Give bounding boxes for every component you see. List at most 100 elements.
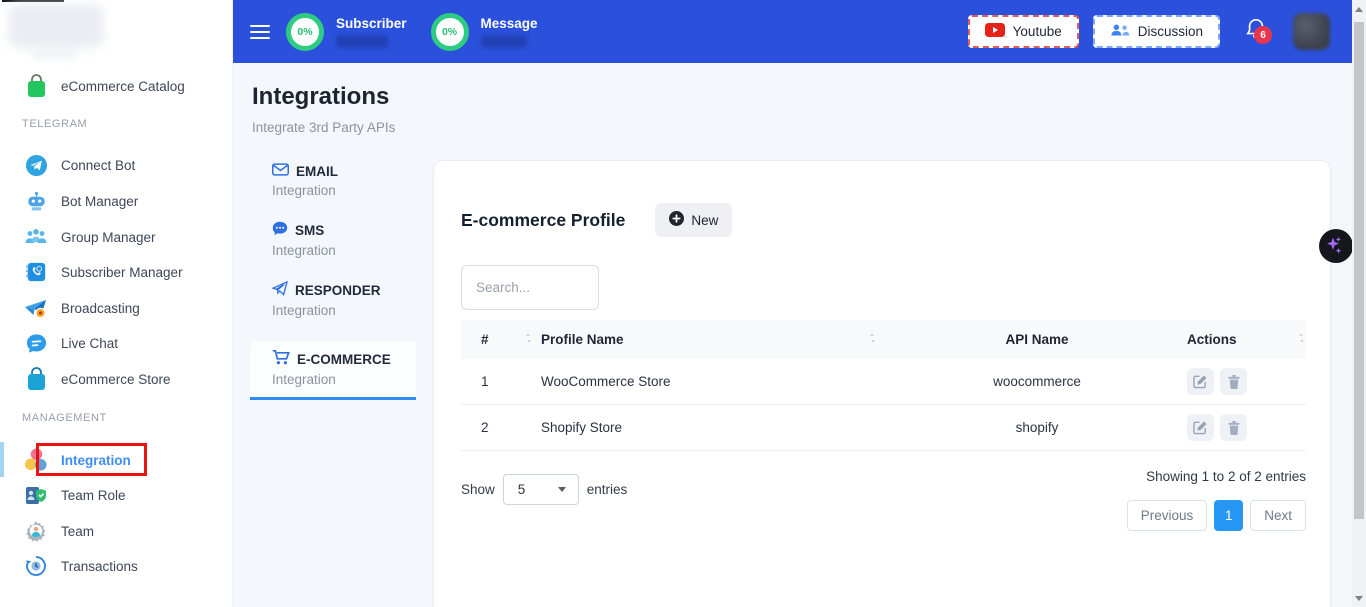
tab-title: E-COMMERCE [297, 352, 391, 367]
telegram-plane-icon [24, 152, 48, 178]
table-row: 2 Shopify Store shopify [461, 405, 1306, 451]
sidebar: eCommerce Catalog TELEGRAM Connect Bot B… [0, 0, 233, 607]
trash-icon [1227, 374, 1241, 389]
sidebar-section-management: MANAGEMENT [22, 412, 107, 424]
sparkles-icon [1325, 235, 1347, 257]
trash-icon [1227, 420, 1241, 435]
sort-icon[interactable] [1297, 332, 1306, 347]
table-row: 1 WooCommerce Store woocommerce [461, 359, 1306, 405]
menu-toggle-icon[interactable] [250, 25, 270, 39]
sidebar-item-ecommerce-catalog[interactable]: eCommerce Catalog [0, 68, 233, 104]
broadcast-plane-icon [24, 295, 48, 321]
search-input[interactable] [461, 265, 599, 310]
previous-page-button[interactable]: Previous [1127, 500, 1208, 531]
youtube-button[interactable]: Youtube [968, 15, 1079, 48]
column-header-profile-name[interactable]: Profile Name [541, 332, 624, 347]
sidebar-item-team-role[interactable]: Team Role [0, 477, 233, 513]
tab-subtitle: Integration [272, 372, 416, 387]
message-stat-value-blurred [481, 35, 527, 48]
logo-top-line [2, 0, 64, 2]
send-plane-icon [272, 281, 288, 299]
scroll-up-arrow[interactable] [1352, 2, 1366, 16]
notification-count-badge: 6 [1254, 26, 1272, 44]
show-label: Show [461, 482, 495, 497]
tab-subtitle: Integration [272, 183, 416, 198]
chat-bubble-icon [24, 330, 48, 356]
id-badge-shield-icon [24, 482, 48, 508]
tab-title: RESPONDER [295, 283, 381, 298]
edit-pencil-icon [1193, 374, 1208, 389]
entries-per-page-value: 5 [518, 482, 526, 497]
delete-button[interactable] [1220, 368, 1247, 395]
main-content: Integrations Integrate 3rd Party APIs EM… [233, 63, 1352, 607]
sidebar-item-ecommerce-store[interactable]: eCommerce Store [0, 361, 233, 397]
plus-circle-icon [669, 211, 684, 229]
message-progress-ring: 0% [431, 13, 469, 51]
users-icon [1110, 23, 1130, 40]
showing-entries-text: Showing 1 to 2 of 2 entries [1146, 469, 1306, 484]
sidebar-item-team[interactable]: Team [0, 513, 233, 549]
page-subtitle: Integrate 3rd Party APIs [252, 120, 395, 135]
app-logo-blurred [8, 4, 104, 48]
subscriber-stat-label: Subscriber [336, 16, 407, 31]
column-header-api-name[interactable]: API Name [1005, 332, 1068, 347]
topbar: 0% Subscriber 0% Message Youtube Discuss… [233, 0, 1352, 63]
scroll-down-arrow[interactable] [1352, 591, 1366, 605]
entries-per-page-select[interactable]: 5 [503, 474, 579, 505]
tab-title: SMS [295, 223, 324, 238]
api-name: shopify [1016, 420, 1059, 435]
sidebar-item-label: eCommerce Store [61, 372, 171, 387]
ai-assistant-button[interactable] [1319, 229, 1353, 263]
discussion-button[interactable]: Discussion [1093, 15, 1220, 48]
profiles-table: # Profile Name API Name Actions [461, 320, 1306, 451]
sms-bubble-icon [272, 221, 288, 239]
edit-button[interactable] [1187, 368, 1214, 395]
sidebar-item-label: Live Chat [61, 336, 118, 351]
tab-email-integration[interactable]: EMAIL Integration [250, 163, 416, 198]
row-number: 1 [481, 374, 489, 389]
sidebar-item-subscriber-manager[interactable]: Subscriber Manager [0, 254, 233, 290]
integration-type-nav: EMAIL Integration SMS Integration RESPON… [250, 163, 416, 400]
profile-name: WooCommerce Store [541, 374, 671, 389]
entries-label: entries [587, 482, 628, 497]
sidebar-item-label: Team Role [61, 488, 126, 503]
sidebar-item-label: Broadcasting [61, 301, 140, 316]
subscriber-progress-ring: 0% [286, 13, 324, 51]
scrollbar-thumb[interactable] [1354, 22, 1364, 519]
edit-button[interactable] [1187, 414, 1214, 441]
sidebar-item-connect-bot[interactable]: Connect Bot [0, 147, 233, 183]
sidebar-item-integration[interactable]: Integration [0, 442, 233, 478]
contact-book-icon [24, 259, 48, 285]
sidebar-item-label: Connect Bot [61, 158, 135, 173]
sidebar-item-bot-manager[interactable]: Bot Manager [0, 183, 233, 219]
page-1-button[interactable]: 1 [1214, 500, 1243, 531]
sidebar-section-telegram: TELEGRAM [22, 118, 87, 130]
tab-responder-integration[interactable]: RESPONDER Integration [250, 281, 416, 318]
profile-name: Shopify Store [541, 420, 622, 435]
envelope-icon [272, 163, 289, 179]
card-title: E-commerce Profile [461, 210, 625, 231]
user-avatar[interactable] [1293, 13, 1330, 50]
new-profile-button[interactable]: New [655, 203, 732, 237]
discussion-button-label: Discussion [1138, 24, 1203, 39]
notifications-button[interactable]: 6 [1245, 17, 1267, 46]
sidebar-item-broadcasting[interactable]: Broadcasting [0, 290, 233, 326]
sidebar-item-group-manager[interactable]: Group Manager [0, 219, 233, 255]
sidebar-item-label: Team [61, 524, 94, 539]
sort-icon[interactable] [524, 332, 533, 347]
column-header-num[interactable]: # [481, 332, 489, 347]
tab-sms-integration[interactable]: SMS Integration [250, 221, 416, 258]
column-header-actions[interactable]: Actions [1187, 332, 1237, 347]
tab-ecommerce-integration[interactable]: E-COMMERCE Integration [250, 341, 416, 400]
sidebar-item-live-chat[interactable]: Live Chat [0, 325, 233, 361]
page-scrollbar[interactable] [1352, 0, 1366, 607]
robot-icon [24, 188, 48, 214]
delete-button[interactable] [1220, 414, 1247, 441]
message-stat-label: Message [481, 16, 538, 31]
sort-icon[interactable] [868, 332, 877, 347]
next-page-button[interactable]: Next [1250, 500, 1306, 531]
message-stat: 0% Message [431, 13, 538, 51]
tab-title: EMAIL [296, 164, 338, 179]
sidebar-item-transactions[interactable]: Transactions [0, 548, 233, 584]
gear-person-icon [24, 518, 48, 544]
